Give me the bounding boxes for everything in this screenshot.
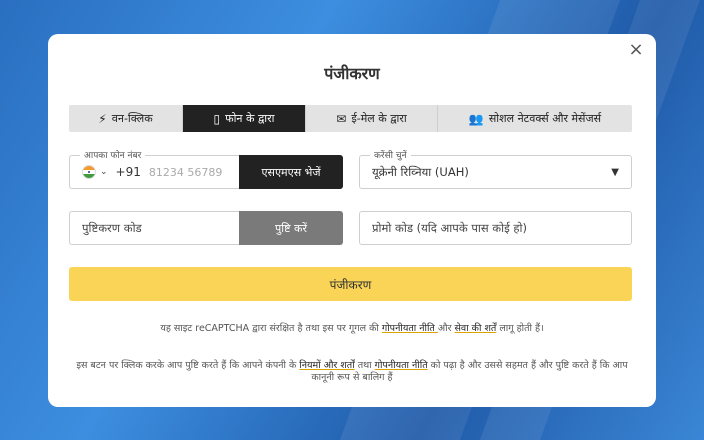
tab-label: वन-क्लिक <box>111 112 153 125</box>
recaptcha-text: यह साइट reCAPTCHA द्वारा संरक्षित है तथा… <box>160 323 382 334</box>
confirm-button[interactable]: पुष्टि करें <box>239 211 343 245</box>
currency-label: करेंसी चुनें <box>370 148 411 161</box>
privacy-policy-link[interactable]: गोपनीयता नीति <box>382 323 438 334</box>
chevron-down-icon: ▼ <box>611 166 619 178</box>
promo-code-input[interactable] <box>370 220 624 236</box>
modal-title: पंजीकरण <box>324 64 380 83</box>
tab-label: फोन के द्वारा <box>225 112 275 125</box>
promo-field <box>359 211 632 245</box>
terms-conditions-link[interactable]: नियमों और शर्तों <box>299 360 354 371</box>
users-icon: 👥 <box>468 111 484 126</box>
consent-text: इस बटन पर क्लिक करके आप पुष्टि करते हैं … <box>76 360 300 371</box>
phone-input[interactable] <box>146 164 239 180</box>
india-flag-icon[interactable] <box>82 165 96 179</box>
tab-by-email[interactable]: ✉ ई-मेल के द्वारा <box>306 105 438 132</box>
registration-tabs: ⚡ वन-क्लिक ▯ फोन के द्वारा ✉ ई-मेल के द्… <box>69 105 632 132</box>
close-icon[interactable]: × <box>626 40 646 60</box>
tab-by-phone[interactable]: ▯ फोन के द्वारा <box>183 105 306 132</box>
phone-label: आपका फोन नंबर <box>80 148 146 161</box>
chevron-down-icon[interactable]: ⌄ <box>100 167 108 177</box>
confirmation-code-input[interactable] <box>80 220 234 236</box>
register-button[interactable]: पंजीकरण <box>69 267 632 301</box>
tab-one-click[interactable]: ⚡ वन-क्लिक <box>69 105 183 132</box>
recaptcha-text: और <box>437 323 455 334</box>
tab-social[interactable]: 👥 सोशल नेटवर्क्स और मेसेंजर्स <box>438 105 632 132</box>
terms-of-service-link[interactable]: सेवा की शर्तें <box>454 323 496 334</box>
recaptcha-note: यह साइट reCAPTCHA द्वारा संरक्षित है तथा… <box>64 323 640 335</box>
country-code: +91 <box>115 165 141 179</box>
envelope-icon: ✉ <box>336 111 347 126</box>
lightning-icon: ⚡ <box>98 111 107 126</box>
consent-note: इस बटन पर क्लिक करके आप पुष्टि करते हैं … <box>64 360 640 384</box>
confirmation-field: पुष्टि करें <box>69 211 343 245</box>
phone-field: आपका फोन नंबर ⌄ +91 एसएमएस भेजें <box>69 148 343 189</box>
tab-label: सोशल नेटवर्क्स और मेसेंजर्स <box>488 112 602 125</box>
privacy-policy-link[interactable]: गोपनीयता नीति <box>375 360 428 371</box>
registration-modal: × पंजीकरण ⚡ वन-क्लिक ▯ फोन के द्वारा ✉ ई… <box>48 34 656 407</box>
tab-label: ई-मेल के द्वारा <box>351 112 407 125</box>
consent-text: तथा <box>354 360 375 371</box>
currency-select[interactable]: करेंसी चुनें यूक्रेनी रिव्निया (UAH) ▼ <box>359 148 632 189</box>
currency-value: यूक्रेनी रिव्निया (UAH) <box>372 164 469 179</box>
send-sms-button[interactable]: एसएमएस भेजें <box>239 155 343 189</box>
phone-icon: ▯ <box>213 111 221 126</box>
recaptcha-text: लागू होती हैं। <box>496 323 544 334</box>
